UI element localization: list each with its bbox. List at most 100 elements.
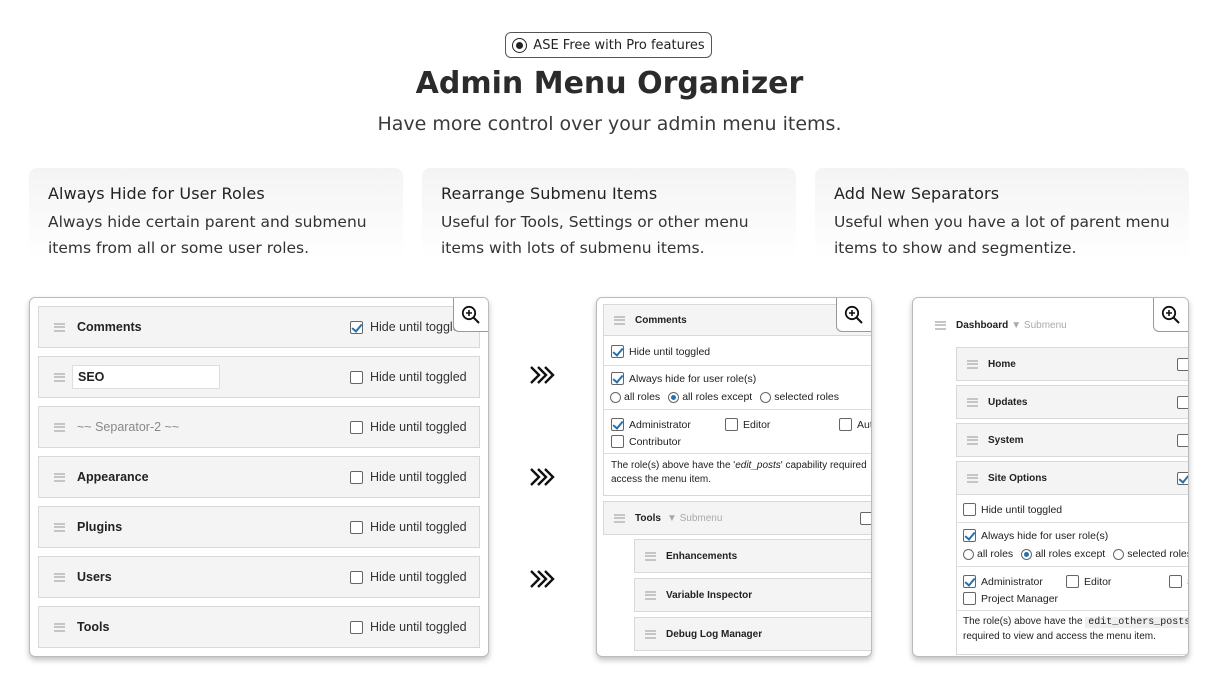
separator-label: ~~ Separator-2 ~~: [77, 420, 180, 434]
feature-title: Rearrange Submenu Items: [441, 184, 658, 203]
role-checkbox-contributor[interactable]: [611, 435, 624, 448]
role-label: Editor: [743, 418, 771, 431]
drag-handle-icon[interactable]: [967, 435, 978, 445]
screenshot-menu-list: Comments Hide until toggled SEO Hide unt…: [29, 297, 489, 657]
feature-title: Always Hide for User Roles: [48, 184, 265, 203]
divider: [956, 522, 1188, 523]
role-checkbox-administrator[interactable]: [611, 418, 624, 431]
hide-toggle-checkbox[interactable]: [1177, 471, 1188, 485]
drag-handle-icon[interactable]: [54, 622, 65, 632]
role-checkbox-administrator[interactable]: [963, 575, 976, 588]
drag-handle-icon[interactable]: [967, 473, 978, 483]
double-chevron-right-icon: [530, 366, 555, 384]
menu-item-label: Comments: [77, 320, 142, 334]
feature-card-rearrange: Rearrange Submenu Items Useful for Tools…: [422, 168, 796, 260]
radio-label: all roles: [624, 391, 661, 403]
role-checkbox-editor[interactable]: [725, 418, 738, 431]
menu-row[interactable]: SEO Hide until toggled: [38, 356, 480, 398]
hide-toggle-checkbox[interactable]: [1177, 395, 1188, 409]
hide-toggle-checkbox[interactable]: [860, 511, 871, 525]
submenu-row[interactable]: System: [956, 423, 1188, 457]
always-hide-checkbox[interactable]: [963, 529, 976, 542]
hide-toggle-checkbox[interactable]: [350, 520, 363, 534]
checkbox-label: Hide until toggled: [629, 345, 711, 358]
hide-toggle-checkbox[interactable]: [350, 370, 363, 384]
screenshot-submenu-settings: Dashboard ▼ Submenu Home Updates System …: [912, 297, 1189, 657]
radio-selected-roles[interactable]: [1113, 548, 1125, 560]
checkbox-label: Hide until toggled: [981, 503, 1063, 516]
radio-all-roles-except[interactable]: [1021, 548, 1033, 560]
submenu-item-label: Updates: [988, 396, 1028, 408]
drag-handle-icon[interactable]: [54, 422, 65, 432]
radio-all-roles[interactable]: [610, 391, 621, 403]
hide-until-toggled-checkbox[interactable]: [963, 503, 976, 516]
role-checkbox-editor[interactable]: [1066, 575, 1079, 588]
hide-toggle-checkbox[interactable]: [350, 420, 363, 434]
radio-all-roles-except[interactable]: [668, 391, 680, 403]
radio-selected-roles[interactable]: [760, 391, 772, 403]
hide-toggle-checkbox[interactable]: [350, 320, 363, 334]
note-text: ' capability required: [780, 460, 867, 471]
hide-toggle-checkbox[interactable]: [350, 620, 363, 634]
menu-title-input[interactable]: SEO: [72, 365, 220, 389]
separator-row[interactable]: ~~ Separator-2 ~~ Hide until toggled: [38, 406, 480, 448]
submenu-row[interactable]: Variable Inspector: [634, 578, 871, 612]
role-label: S: [1187, 576, 1188, 588]
menu-row-comments[interactable]: Comments: [603, 304, 871, 336]
always-hide-checkbox[interactable]: [611, 372, 624, 385]
menu-row[interactable]: Users Hide until toggled: [38, 556, 480, 598]
drag-handle-icon[interactable]: [54, 522, 65, 532]
toggle-label: Hide until toggled: [370, 620, 467, 634]
submenu-row-site-options[interactable]: Site Options: [956, 461, 1188, 495]
hide-toggle-checkbox[interactable]: [350, 470, 363, 484]
radio-label: selected roles: [1127, 548, 1189, 560]
drag-handle-icon[interactable]: [54, 372, 65, 382]
drag-handle-icon[interactable]: [935, 320, 946, 330]
role-checkbox-project-manager[interactable]: [963, 592, 976, 605]
drag-handle-icon[interactable]: [967, 359, 978, 369]
feature-desc: Useful when you have a lot of parent men…: [834, 213, 1170, 257]
zoom-in-button[interactable]: [836, 298, 871, 332]
note-text: required to view and access the menu ite…: [963, 631, 1156, 642]
role-checkbox-author[interactable]: [839, 418, 852, 431]
menu-row-tools[interactable]: Tools ▼ Submenu: [603, 501, 871, 535]
hide-toggle-checkbox[interactable]: [1177, 357, 1188, 371]
menu-row[interactable]: Plugins Hide until toggled: [38, 506, 480, 548]
drag-handle-icon[interactable]: [614, 513, 625, 523]
drag-handle-icon[interactable]: [645, 551, 656, 561]
hide-toggle-checkbox[interactable]: [350, 570, 363, 584]
drag-handle-icon[interactable]: [645, 629, 656, 639]
hide-until-toggled-checkbox[interactable]: [611, 345, 624, 358]
menu-item-label: Tools: [77, 620, 110, 634]
radio-label: selected roles: [774, 391, 840, 403]
feature-desc: Useful for Tools, Settings or other menu…: [441, 213, 749, 257]
radio-all-roles[interactable]: [963, 548, 974, 560]
double-chevron-right-icon: [530, 570, 555, 588]
role-checkbox-subscriber[interactable]: [1169, 575, 1182, 588]
drag-handle-icon[interactable]: [54, 572, 65, 582]
drag-handle-icon[interactable]: [614, 315, 625, 325]
menu-row[interactable]: Tools Hide until toggled: [38, 606, 480, 648]
role-label: Administrator: [629, 418, 691, 431]
note-text: The role(s) above have the: [963, 616, 1083, 627]
radio-label: all roles except: [1035, 548, 1106, 560]
role-label: Project Manager: [981, 592, 1059, 605]
menu-row-dashboard[interactable]: Dashboard ▼ Submenu: [925, 310, 1188, 340]
drag-handle-icon[interactable]: [54, 472, 65, 482]
radio-label: all roles except: [682, 391, 753, 403]
drag-handle-icon[interactable]: [54, 322, 65, 332]
submenu-row[interactable]: Home: [956, 347, 1188, 381]
submenu-row[interactable]: Updates: [956, 385, 1188, 419]
checkbox-label: Always hide for user role(s): [981, 529, 1109, 542]
submenu-row[interactable]: Debug Log Manager: [634, 617, 871, 651]
drag-handle-icon[interactable]: [645, 590, 656, 600]
menu-row[interactable]: Appearance Hide until toggled: [38, 456, 480, 498]
zoom-in-button[interactable]: [453, 298, 488, 332]
drag-handle-icon[interactable]: [967, 397, 978, 407]
hide-toggle-checkbox[interactable]: [1177, 433, 1188, 447]
zoom-in-button[interactable]: [1153, 298, 1188, 332]
divider: [603, 453, 871, 454]
target-icon: [512, 37, 528, 53]
submenu-row[interactable]: Enhancements: [634, 539, 871, 573]
menu-row[interactable]: Comments Hide until toggled: [38, 306, 480, 348]
